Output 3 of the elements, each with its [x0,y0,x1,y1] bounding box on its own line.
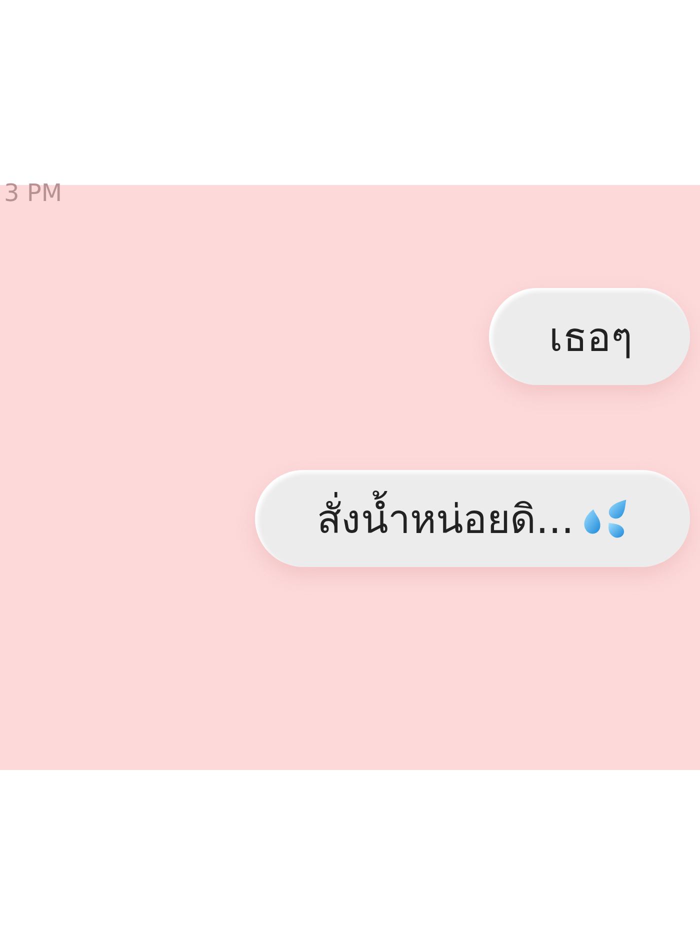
message-text: เธอๆ [549,314,632,362]
timestamp: 3 PM [4,179,62,207]
message-text: สั่งน้ำหน่อยดิ... [316,486,574,550]
